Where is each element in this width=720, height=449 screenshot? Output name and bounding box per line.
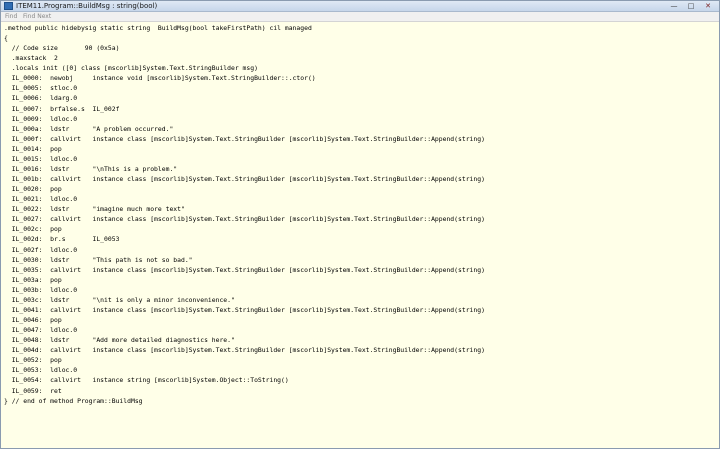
code-line: IL_0009: ldloc.0 [4, 114, 78, 123]
code-line: IL_0048: ldstr "Add more detailed diagno… [4, 336, 235, 345]
window-title: ITEM11.Program::BuildMsg : string(bool) [16, 2, 158, 10]
close-button[interactable]: ✕ [702, 2, 714, 10]
code-line: IL_0047: ldloc.0 [4, 326, 78, 335]
title-bar[interactable]: ITEM11.Program::BuildMsg : string(bool) … [1, 1, 719, 12]
menu-bar: Find Find Next [1, 12, 719, 22]
code-line: IL_0005: stloc.0 [4, 84, 78, 93]
code-line: } // end of method Program::BuildMsg [4, 396, 143, 405]
code-line: IL_001b: callvirt instance class [mscorl… [4, 175, 485, 184]
code-line: IL_0030: ldstr "This path is not so bad.… [4, 255, 193, 264]
code-line: .method public hidebysig static string B… [4, 24, 312, 32]
code-line: IL_0052: pop [4, 356, 62, 365]
app-icon [4, 2, 13, 10]
code-line: IL_0000: newobj instance void [mscorlib]… [4, 74, 316, 83]
code-line: IL_0006: ldarg.0 [4, 94, 78, 103]
code-line: IL_0022: ldstr "imagine much more text" [4, 205, 185, 214]
code-line: IL_0020: pop [4, 185, 62, 194]
maximize-button[interactable]: □ [685, 2, 697, 10]
code-line: IL_000f: callvirt instance class [mscorl… [4, 134, 485, 143]
code-line: IL_004d: callvirt instance class [mscorl… [4, 346, 485, 355]
code-line: IL_002d: br.s IL_0053 [4, 235, 120, 244]
code-line: // Code size 90 (0x5a) [4, 44, 120, 53]
menu-find-next[interactable]: Find Next [23, 12, 51, 22]
code-line: IL_0041: callvirt instance class [mscorl… [4, 305, 485, 314]
code-line: IL_003c: ldstr "\nit is only a minor inc… [4, 295, 235, 304]
code-line: IL_0053: ldloc.0 [4, 366, 78, 375]
minimize-button[interactable]: — [668, 2, 680, 10]
code-line: IL_000a: ldstr "A problem occurred." [4, 124, 174, 133]
code-line: IL_002c: pop [4, 225, 62, 234]
code-line: IL_0015: ldloc.0 [4, 154, 78, 163]
il-code-view[interactable]: .method public hidebysig static string B… [1, 23, 719, 448]
code-line: IL_0046: pop [4, 316, 62, 325]
code-line: IL_0054: callvirt instance string [mscor… [4, 376, 289, 385]
code-line: IL_0027: callvirt instance class [mscorl… [4, 215, 485, 224]
code-line: { [4, 34, 8, 43]
code-line: IL_0035: callvirt instance class [mscorl… [4, 265, 485, 274]
code-line: IL_0007: brfalse.s IL_002f [4, 104, 120, 113]
ildasm-method-window: ITEM11.Program::BuildMsg : string(bool) … [0, 0, 720, 449]
code-line: IL_002f: ldloc.0 [4, 245, 78, 254]
code-line: IL_003a: pop [4, 275, 62, 284]
code-line: IL_003b: ldloc.0 [4, 285, 78, 294]
code-line: IL_0021: ldloc.0 [4, 195, 78, 204]
code-line: .locals init ([0] class [mscorlib]System… [4, 64, 258, 73]
menu-find[interactable]: Find [5, 12, 17, 22]
code-line: IL_0059: ret [4, 386, 62, 395]
code-line: IL_0016: ldstr "\nThis is a problem." [4, 164, 178, 173]
code-line: .maxstack 2 [4, 54, 58, 63]
code-line: IL_0014: pop [4, 144, 62, 153]
